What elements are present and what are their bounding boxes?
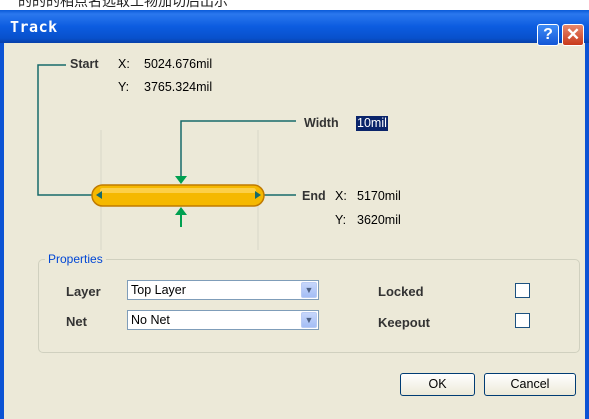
net-label: Net bbox=[66, 314, 87, 329]
end-y-label: Y: bbox=[335, 213, 347, 227]
track-highlight bbox=[100, 188, 256, 193]
cancel-button[interactable]: Cancel bbox=[484, 373, 576, 396]
end-label: End bbox=[302, 189, 326, 203]
width-label: Width bbox=[304, 116, 339, 130]
locked-checkbox[interactable] bbox=[515, 283, 530, 298]
width-input[interactable]: 10mil bbox=[356, 116, 388, 131]
width-arrow-up bbox=[175, 207, 187, 215]
end-x-label: X: bbox=[335, 189, 347, 203]
net-select[interactable]: No Net ▼ bbox=[127, 310, 319, 330]
keepout-checkbox[interactable] bbox=[515, 313, 530, 328]
chevron-down-icon[interactable]: ▼ bbox=[301, 312, 317, 328]
layer-select-value: Top Layer bbox=[131, 283, 186, 297]
end-x-value: 5170mil bbox=[357, 189, 401, 203]
start-label: Start bbox=[70, 57, 99, 71]
layer-label: Layer bbox=[66, 284, 101, 299]
track-dialog: 的的的相点名选取工物加切后出示 Track ? ✕ Start X: 5024.… bbox=[0, 0, 589, 419]
width-leader-line bbox=[180, 120, 296, 182]
locked-label: Locked bbox=[378, 284, 424, 299]
start-leader-line bbox=[37, 64, 98, 196]
start-y-label: Y: bbox=[118, 80, 130, 94]
properties-group-label: Properties bbox=[45, 252, 106, 266]
net-select-value: No Net bbox=[131, 313, 170, 327]
start-x-label: X: bbox=[118, 57, 130, 71]
properties-group bbox=[38, 259, 580, 353]
start-x-value: 5024.676mil bbox=[144, 57, 213, 71]
end-y-value: 3620mil bbox=[357, 213, 401, 227]
chevron-down-icon[interactable]: ▼ bbox=[301, 282, 317, 298]
start-y-value: 3765.324mil bbox=[144, 80, 213, 94]
layer-select[interactable]: Top Layer ▼ bbox=[127, 280, 319, 300]
keepout-label: Keepout bbox=[378, 315, 430, 330]
width-arrow-down bbox=[175, 176, 187, 184]
ok-button[interactable]: OK bbox=[400, 373, 475, 396]
track-diagram bbox=[37, 64, 296, 250]
